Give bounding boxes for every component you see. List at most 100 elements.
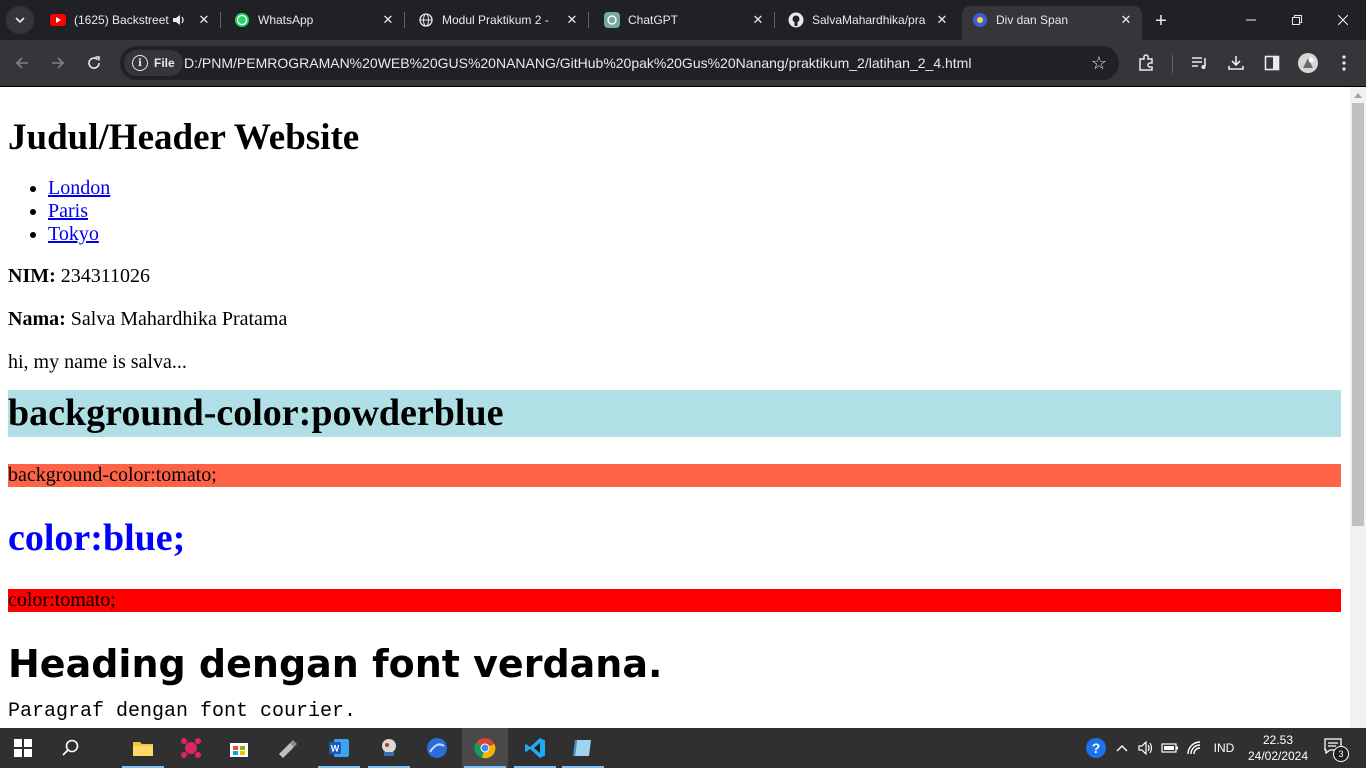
github-icon	[788, 12, 804, 28]
clock[interactable]: 22.53 24/02/2024	[1240, 732, 1316, 764]
browser-toolbar: i File D:/PNM/PEMROGRAMAN%20WEB%20GUS%20…	[0, 40, 1366, 87]
nim-label: NIM:	[8, 265, 56, 287]
tab-github[interactable]: SalvaMahardhika/pra ✕	[778, 6, 958, 34]
close-icon[interactable]: ✕	[562, 10, 582, 30]
vscode-icon	[525, 738, 545, 758]
restore-icon	[1292, 15, 1302, 25]
close-window-button[interactable]	[1320, 0, 1366, 40]
downloads-button[interactable]	[1223, 50, 1249, 76]
restore-button[interactable]	[1274, 0, 1320, 40]
tab-whatsapp[interactable]: WhatsApp ✕	[224, 6, 405, 34]
page-title: Judul/Header Website	[8, 117, 360, 158]
url-text[interactable]: D:/PNM/PEMROGRAMAN%20WEB%20GUS%20NANANG/…	[184, 55, 971, 71]
file-explorer-icon	[133, 742, 153, 756]
taskbar-search-button[interactable]	[48, 728, 94, 768]
tab-title: (1625) Backstreet	[74, 13, 169, 27]
taskbar-app[interactable]	[414, 728, 460, 768]
verdana-heading: Heading dengan font verdana.	[8, 642, 663, 686]
list-item: Tokyo	[48, 223, 1341, 246]
chevron-down-icon	[15, 17, 25, 24]
arrow-left-icon	[15, 57, 28, 69]
battery-icon	[1161, 743, 1178, 753]
courier-paragraph: Paragraf dengan font courier.	[8, 700, 357, 723]
site-chip-label: File	[154, 56, 175, 70]
help-tray-button[interactable]: ?	[1084, 728, 1108, 768]
list-item: London	[48, 177, 1341, 200]
back-button[interactable]	[9, 50, 35, 76]
scroll-up-icon[interactable]	[1354, 93, 1362, 98]
side-panel-button[interactable]	[1259, 50, 1285, 76]
network-tray-button[interactable]	[1184, 728, 1206, 768]
site-info-chip[interactable]: i File	[124, 50, 183, 76]
profile-button[interactable]	[1295, 50, 1321, 76]
notification-center-button[interactable]: 3	[1324, 738, 1349, 762]
download-icon	[1228, 56, 1244, 70]
tab-div-dan-span[interactable]: Div dan Span ✕	[962, 6, 1142, 40]
taskbar-app[interactable]	[560, 728, 606, 768]
language-indicator[interactable]: IND	[1210, 728, 1238, 768]
taskbar-app[interactable]	[366, 728, 412, 768]
battery-tray-button[interactable]	[1160, 728, 1180, 768]
chatgpt-icon	[604, 12, 620, 28]
reload-button[interactable]	[81, 50, 107, 76]
extensions-button[interactable]	[1133, 50, 1159, 76]
tab-chatgpt[interactable]: ChatGPT ✕	[594, 6, 775, 34]
microsoft-store-icon	[230, 743, 248, 757]
link-paris[interactable]: Paris	[48, 200, 88, 222]
tab-modul-praktikum[interactable]: Modul Praktikum 2 - ✕	[408, 6, 589, 34]
taskbar-microsoft-store[interactable]	[216, 728, 262, 768]
windows-taskbar: W ? IND 22.53 24/02/2024 3	[0, 728, 1366, 768]
nama-label: Nama:	[8, 308, 66, 330]
info-icon: i	[132, 55, 148, 71]
svg-text:?: ?	[1092, 740, 1101, 756]
speaker-icon[interactable]	[172, 14, 190, 26]
close-icon[interactable]: ✕	[378, 10, 398, 30]
red-paragraph: color:tomato;	[8, 589, 1341, 612]
side-panel-icon	[1264, 55, 1280, 71]
nim-value: 234311026	[55, 265, 151, 287]
list-item: Paris	[48, 200, 1341, 223]
bookmark-star-icon[interactable]: ☆	[1091, 53, 1107, 74]
tab-title: WhatsApp	[258, 13, 314, 27]
youtube-icon	[50, 12, 66, 28]
tab-title: Modul Praktikum 2 -	[442, 13, 549, 27]
tab-separator	[588, 12, 589, 28]
new-tab-button[interactable]: +	[1150, 10, 1172, 32]
volume-tray-button[interactable]	[1136, 728, 1156, 768]
taskbar-file-explorer[interactable]	[120, 728, 166, 768]
close-icon[interactable]: ✕	[932, 10, 952, 30]
browser-menu-button[interactable]	[1331, 50, 1357, 76]
close-icon[interactable]: ✕	[194, 10, 214, 30]
whatsapp-icon	[234, 12, 250, 28]
app-icon	[382, 739, 396, 756]
globe-icon	[418, 12, 434, 28]
powderblue-heading: background-color:powderblue	[8, 390, 1341, 437]
taskbar-usb[interactable]	[264, 728, 310, 768]
taskbar-app[interactable]	[168, 728, 214, 768]
close-icon	[1338, 15, 1348, 25]
tab-youtube[interactable]: (1625) Backstreet ✕	[40, 6, 221, 34]
tab-separator	[404, 12, 405, 28]
media-controls-button[interactable]	[1187, 50, 1213, 76]
forward-button[interactable]	[45, 50, 71, 76]
vertical-scrollbar[interactable]	[1350, 87, 1366, 728]
tab-separator	[220, 12, 221, 28]
intro-paragraph: hi, my name is salva...	[8, 351, 187, 373]
close-icon[interactable]: ✕	[748, 10, 768, 30]
taskbar-vscode[interactable]	[512, 728, 558, 768]
chevron-up-icon	[1116, 745, 1128, 752]
taskbar-word[interactable]: W	[316, 728, 362, 768]
windows-start-button[interactable]	[0, 728, 46, 768]
tab-search-button[interactable]	[6, 6, 34, 34]
more-vertical-icon	[1342, 55, 1346, 71]
link-london[interactable]: London	[48, 177, 110, 199]
link-tokyo[interactable]: Tokyo	[48, 223, 99, 245]
close-icon[interactable]: ✕	[1116, 10, 1136, 30]
address-bar[interactable]: i File D:/PNM/PEMROGRAMAN%20WEB%20GUS%20…	[120, 46, 1119, 80]
app-icon	[427, 738, 447, 758]
scrollbar-thumb[interactable]	[1352, 103, 1364, 526]
taskbar-chrome[interactable]	[462, 728, 508, 768]
clock-date: 24/02/2024	[1247, 749, 1309, 763]
show-hidden-icons-button[interactable]	[1112, 728, 1132, 768]
minimize-button[interactable]	[1228, 0, 1274, 40]
